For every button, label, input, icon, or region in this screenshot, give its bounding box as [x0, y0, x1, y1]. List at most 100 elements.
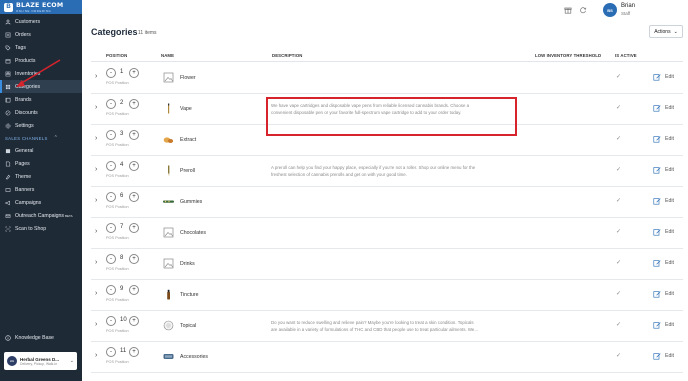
position-value[interactable]: 2 [120, 100, 123, 106]
sidebar-item-banners[interactable]: Banners [0, 183, 82, 196]
sidebar-item-categories[interactable]: Categories [0, 80, 82, 93]
position-decrement-button[interactable]: - [106, 68, 116, 78]
expand-row-chevron-icon[interactable]: › [95, 104, 97, 111]
edit-icon[interactable] [653, 104, 661, 112]
sidebar-item-general[interactable]: General [0, 144, 82, 157]
sidebar-item-tags[interactable]: Tags [0, 41, 82, 54]
table-row[interactable]: › -6 + POS Position Gummies ✓ Edit [91, 187, 683, 218]
position-value[interactable]: 3 [120, 131, 123, 137]
sidebar-item-orders[interactable]: Orders [0, 28, 82, 41]
position-decrement-button[interactable]: - [106, 192, 116, 202]
edit-button[interactable]: Edit [665, 74, 674, 80]
edit-icon[interactable] [653, 166, 661, 174]
expand-row-chevron-icon[interactable]: › [95, 290, 97, 297]
position-decrement-button[interactable]: - [106, 347, 116, 357]
position-decrement-button[interactable]: - [106, 130, 116, 140]
edit-icon[interactable] [653, 197, 661, 205]
expand-row-chevron-icon[interactable]: › [95, 135, 97, 142]
position-increment-button[interactable]: + [129, 223, 139, 233]
table-row[interactable]: › -1 + POS Position Flower ✓ Edit [91, 63, 683, 94]
table-row[interactable]: › -2 + POS Position Vape We have vape cartrid… [91, 94, 683, 125]
edit-button[interactable]: Edit [665, 353, 674, 359]
brand-logo[interactable]: B BLAZE ECOM ONLINE ORDERING [0, 0, 82, 14]
store-switcher[interactable]: HG Herbal Greens D... Delivery, Pickup, … [4, 352, 77, 370]
expand-row-chevron-icon[interactable]: › [95, 73, 97, 80]
edit-button[interactable]: Edit [665, 322, 674, 328]
edit-button[interactable]: Edit [665, 260, 674, 266]
sidebar-item-scan-to-shop[interactable]: Scan to Shop [0, 222, 82, 235]
expand-row-chevron-icon[interactable]: › [95, 352, 97, 359]
sidebar-item-brands[interactable]: Brands [0, 93, 82, 106]
expand-row-chevron-icon[interactable]: › [95, 259, 97, 266]
position-increment-button[interactable]: + [129, 316, 139, 326]
edit-icon[interactable] [653, 228, 661, 236]
position-decrement-button[interactable]: - [106, 316, 116, 326]
expand-row-chevron-icon[interactable]: › [95, 228, 97, 235]
sidebar-item-customers[interactable]: Customers [0, 15, 82, 28]
sidebar-item-theme[interactable]: Theme [0, 170, 82, 183]
table-row[interactable]: › -11 + POS Position Accessories ✓ Edit [91, 342, 683, 373]
sidebar-item-settings[interactable]: Settings [0, 119, 82, 132]
sidebar-item-campaigns[interactable]: Campaigns [0, 196, 82, 209]
position-value[interactable]: 1 [120, 69, 123, 75]
edit-button[interactable]: Edit [665, 229, 674, 235]
position-value[interactable]: 7 [120, 224, 123, 230]
sidebar-item-inventories[interactable]: Inventories [0, 67, 82, 80]
edit-icon[interactable] [653, 290, 661, 298]
gift-icon[interactable] [564, 6, 572, 14]
edit-button[interactable]: Edit [665, 198, 674, 204]
expand-row-chevron-icon[interactable]: › [95, 321, 97, 328]
refresh-icon[interactable] [579, 6, 587, 14]
position-increment-button[interactable]: + [129, 161, 139, 171]
sidebar-item-pages[interactable]: Pages [0, 157, 82, 170]
position-value[interactable]: 9 [120, 286, 123, 292]
position-value[interactable]: 10 [120, 317, 127, 323]
position-increment-button[interactable]: + [129, 254, 139, 264]
edit-icon[interactable] [653, 135, 661, 143]
edit-icon[interactable] [653, 259, 661, 267]
edit-button[interactable]: Edit [665, 105, 674, 111]
column-header-name[interactable]: NAME [161, 53, 174, 58]
user-name[interactable]: Brian [621, 3, 635, 9]
position-decrement-button[interactable]: - [106, 99, 116, 109]
sidebar-item-products[interactable]: Products [0, 54, 82, 67]
edit-icon[interactable] [653, 73, 661, 81]
expand-row-chevron-icon[interactable]: › [95, 197, 97, 204]
actions-button[interactable]: Actions ⌄ [649, 25, 683, 38]
table-row[interactable]: › -8 + POS Position Drinks ✓ Edit [91, 249, 683, 280]
column-header-low-inventory[interactable]: LOW INVENTORY THRESHOLD [535, 53, 601, 58]
position-increment-button[interactable]: + [129, 130, 139, 140]
sidebar-item-knowledge-base[interactable]: Knowledge Base [0, 331, 82, 344]
position-value[interactable]: 4 [120, 162, 123, 168]
edit-button[interactable]: Edit [665, 291, 674, 297]
position-value[interactable]: 6 [120, 193, 123, 199]
sidebar-item-discounts[interactable]: Discounts [0, 106, 82, 119]
edit-button[interactable]: Edit [665, 136, 674, 142]
table-row[interactable]: › -7 + POS Position Chocolates ✓ Edit [91, 218, 683, 249]
position-increment-button[interactable]: + [129, 192, 139, 202]
position-increment-button[interactable]: + [129, 68, 139, 78]
position-decrement-button[interactable]: - [106, 223, 116, 233]
expand-row-chevron-icon[interactable]: › [95, 166, 97, 173]
sidebar-item-outreach-campaigns[interactable]: Outreach Campaigns BETA [0, 209, 82, 222]
position-decrement-button[interactable]: - [106, 254, 116, 264]
avatar[interactable]: BS [603, 3, 617, 17]
edit-icon[interactable] [653, 352, 661, 360]
column-header-is-active[interactable]: IS ACTIVE [615, 53, 637, 58]
position-increment-button[interactable]: + [129, 347, 139, 357]
position-value[interactable]: 11 [120, 348, 126, 354]
edit-button[interactable]: Edit [665, 167, 674, 173]
column-header-description[interactable]: DESCRIPTION [272, 53, 302, 58]
table-row[interactable]: › -10 + POS Position Topical Do you want to r… [91, 311, 683, 342]
column-header-position[interactable]: POSITION [106, 53, 127, 58]
table-row[interactable]: › -9 + POS Position Tincture ✓ Edit [91, 280, 683, 311]
position-increment-button[interactable]: + [129, 285, 139, 295]
table-row[interactable]: › -4 + POS Position Preroll A preroll can hel… [91, 156, 683, 187]
edit-icon[interactable] [653, 321, 661, 329]
position-decrement-button[interactable]: - [106, 285, 116, 295]
position-decrement-button[interactable]: - [106, 161, 116, 171]
position-increment-button[interactable]: + [129, 99, 139, 109]
table-row[interactable]: › -3 + POS Position Extract ✓ Edit [91, 125, 683, 156]
position-value[interactable]: 8 [120, 255, 123, 261]
sales-channels-header[interactable]: SALES CHANNELS ⌃ [0, 132, 82, 144]
